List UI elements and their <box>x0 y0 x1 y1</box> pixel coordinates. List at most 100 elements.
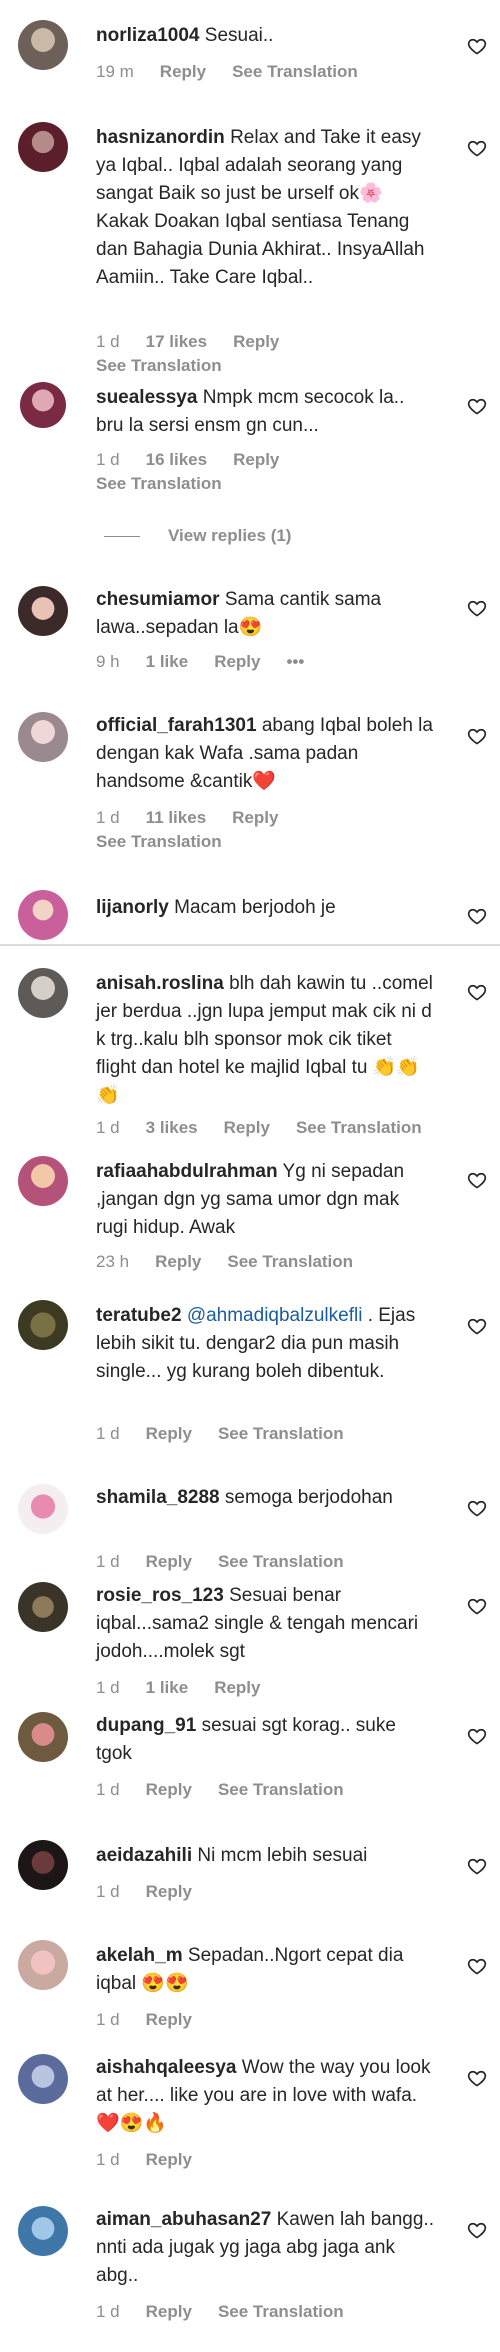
comment-username[interactable]: dupang_91 <box>96 1715 196 1736</box>
see-translation-button[interactable]: See Translation <box>232 62 358 81</box>
comment-text: Ni mcm lebih sesuai <box>197 1845 368 1866</box>
heart-outline-icon[interactable] <box>467 1726 487 1746</box>
avatar[interactable] <box>18 712 68 762</box>
avatar[interactable] <box>18 2054 68 2104</box>
avatar[interactable] <box>18 1484 68 1534</box>
comment-username[interactable]: hasnizanordin <box>96 127 225 148</box>
avatar[interactable] <box>18 968 68 1018</box>
comment-meta: 1 d Reply See Translation <box>96 1780 370 1800</box>
heart-outline-icon[interactable] <box>467 1956 487 1976</box>
likes-count[interactable]: 17 likes <box>146 332 207 351</box>
divider <box>0 944 500 946</box>
see-translation-button[interactable]: See Translation <box>218 1424 344 1443</box>
reply-button[interactable]: Reply <box>146 1552 192 1571</box>
comment-username[interactable]: official_farah1301 <box>96 715 257 736</box>
see-translation-button[interactable]: See Translation <box>218 2302 344 2321</box>
see-translation-button[interactable]: See Translation <box>227 1252 353 1271</box>
heart-outline-icon[interactable] <box>467 1498 487 1518</box>
heart-outline-icon[interactable] <box>467 906 487 926</box>
comment-username[interactable]: aeidazahili <box>96 1845 192 1866</box>
likes-count[interactable]: 3 likes <box>146 1118 198 1137</box>
reply-button[interactable]: Reply <box>160 62 206 81</box>
comment-meta: 1 d 1 like Reply <box>96 1678 286 1698</box>
comment-text: semoga berjodohan <box>224 1487 393 1508</box>
avatar[interactable] <box>18 1940 68 1990</box>
heart-outline-icon[interactable] <box>467 2068 487 2088</box>
comment-time: 1 d <box>96 1118 120 1137</box>
comment-username[interactable]: anisah.roslina <box>96 973 224 994</box>
heart-outline-icon[interactable] <box>467 138 487 158</box>
comment-username[interactable]: rosie_ros_123 <box>96 1585 224 1606</box>
comment-meta: 1 d Reply <box>96 2010 218 2030</box>
comment-meta: 1 d Reply <box>96 1882 218 1902</box>
comment-username[interactable]: suealessya <box>96 387 197 408</box>
likes-count[interactable]: 1 like <box>146 652 189 671</box>
heart-outline-icon[interactable] <box>467 726 487 746</box>
heart-outline-icon[interactable] <box>467 396 487 416</box>
heart-outline-icon[interactable] <box>467 2220 487 2240</box>
heart-outline-icon[interactable] <box>467 982 487 1002</box>
reply-button[interactable]: Reply <box>214 652 260 671</box>
reply-button[interactable]: Reply <box>224 1118 270 1137</box>
comment-username[interactable]: rafiaahabdulrahman <box>96 1161 278 1182</box>
comment-username[interactable]: lijanorly <box>96 897 169 918</box>
reply-button[interactable]: Reply <box>146 1882 192 1901</box>
comment-meta: 1 d Reply See Translation <box>96 2302 370 2322</box>
comment-username[interactable]: teratube2 <box>96 1305 182 1326</box>
view-replies-button[interactable]: View replies (1) <box>104 526 291 546</box>
reply-button[interactable]: Reply <box>232 808 278 827</box>
avatar[interactable] <box>18 1582 68 1632</box>
reply-button[interactable]: Reply <box>146 2302 192 2321</box>
likes-count[interactable]: 11 likes <box>146 808 207 827</box>
comment-meta: 1 d 17 likes Reply <box>96 332 305 352</box>
reply-button[interactable]: Reply <box>146 1780 192 1799</box>
heart-outline-icon[interactable] <box>467 36 487 56</box>
mention-link[interactable]: @ahmadiqbalzulkefli <box>187 1305 363 1326</box>
comment-username[interactable]: aishahqaleesya <box>96 2057 236 2078</box>
see-translation-button[interactable]: See Translation <box>296 1118 422 1137</box>
comment-username[interactable]: chesumiamor <box>96 589 220 610</box>
view-replies-label: View replies (1) <box>168 526 292 545</box>
avatar[interactable] <box>18 890 68 940</box>
comment-meta: 23 h Reply See Translation <box>96 1252 379 1272</box>
more-options-button[interactable]: ••• <box>286 652 304 671</box>
likes-count[interactable]: 1 like <box>146 1678 189 1697</box>
avatar[interactable] <box>18 122 68 172</box>
comment-text: Relax and Take it easy ya Iqbal.. Iqbal … <box>96 127 425 288</box>
avatar[interactable] <box>18 1712 68 1762</box>
avatar[interactable] <box>18 1840 68 1890</box>
avatar[interactable] <box>20 382 66 428</box>
see-translation-button[interactable]: See Translation <box>218 1552 344 1571</box>
comment-username[interactable]: aiman_abuhasan27 <box>96 2209 271 2230</box>
comment-meta: 1 d 3 likes Reply See Translation <box>96 1118 448 1138</box>
see-translation-button[interactable]: See Translation <box>96 356 222 376</box>
see-translation-button[interactable]: See Translation <box>96 474 222 494</box>
avatar[interactable] <box>18 2206 68 2256</box>
reply-button[interactable]: Reply <box>214 1678 260 1697</box>
avatar[interactable] <box>18 1300 68 1350</box>
reply-button[interactable]: Reply <box>146 2010 192 2029</box>
heart-outline-icon[interactable] <box>467 1316 487 1336</box>
comment-username[interactable]: akelah_m <box>96 1945 183 1966</box>
comment-username[interactable]: norliza1004 <box>96 25 200 46</box>
reply-button[interactable]: Reply <box>146 2150 192 2169</box>
see-translation-button[interactable]: See Translation <box>96 832 222 852</box>
reply-button[interactable]: Reply <box>155 1252 201 1271</box>
heart-outline-icon[interactable] <box>467 1596 487 1616</box>
reply-button[interactable]: Reply <box>233 450 279 469</box>
avatar[interactable] <box>18 20 68 70</box>
reply-button[interactable]: Reply <box>146 1424 192 1443</box>
heart-outline-icon[interactable] <box>467 1170 487 1190</box>
reply-button[interactable]: Reply <box>233 332 279 351</box>
heart-outline-icon[interactable] <box>467 598 487 618</box>
avatar[interactable] <box>18 1156 68 1206</box>
see-translation-button[interactable]: See Translation <box>218 1780 344 1799</box>
comment-time: 9 h <box>96 652 120 671</box>
likes-count[interactable]: 16 likes <box>146 450 207 469</box>
comment-time: 1 d <box>96 1780 120 1799</box>
comment-time: 1 d <box>96 2302 120 2321</box>
comment-text: Macam berjodoh je <box>174 897 336 918</box>
comment-username[interactable]: shamila_8288 <box>96 1487 220 1508</box>
heart-outline-icon[interactable] <box>467 1856 487 1876</box>
avatar[interactable] <box>18 586 68 636</box>
